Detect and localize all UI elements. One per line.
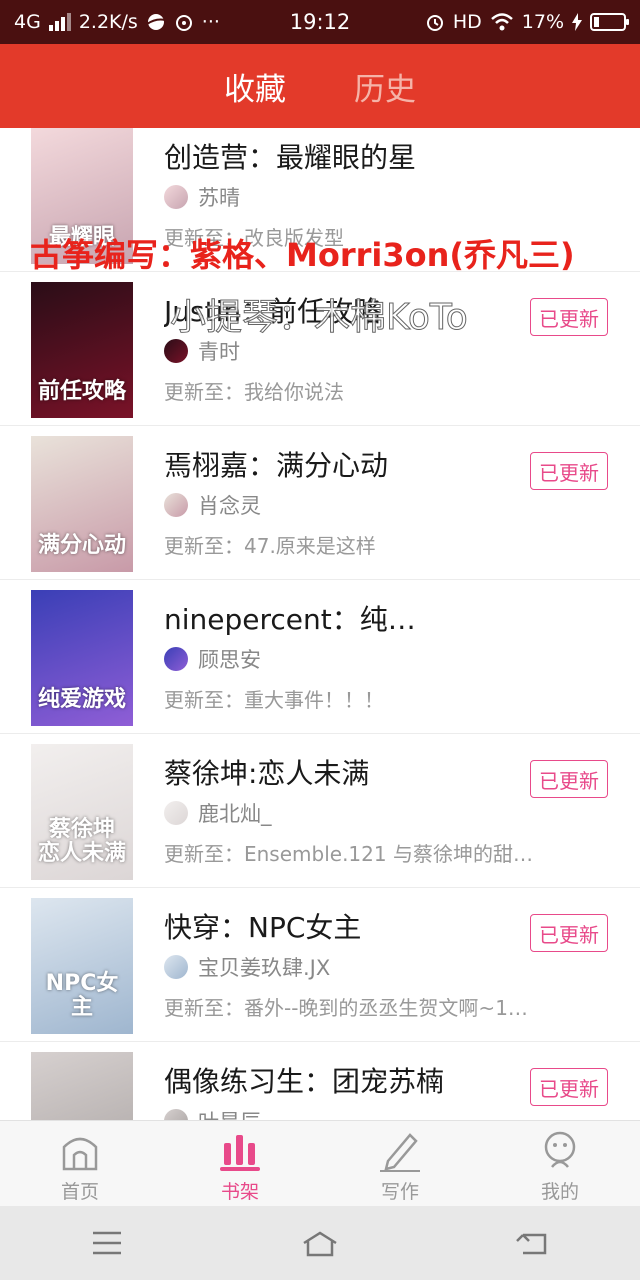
author-name: 苏晴 (198, 186, 240, 210)
cover-caption: 纯爱游戏 (37, 686, 126, 712)
tabbar-bookshelf-label: 书架 (220, 1181, 259, 1203)
more-notifications: ··· (201, 11, 220, 33)
book-cover[interactable] (31, 1052, 133, 1120)
cover-caption: 前任攻略 (37, 378, 126, 404)
battery-percent: 17% (521, 11, 564, 33)
status-bar: 4G 2.2K/s ··· 19:12 HD 17% (0, 0, 640, 44)
tabbar-profile-label: 我的 (540, 1181, 579, 1203)
status-left: 4G 2.2K/s ··· (14, 11, 220, 33)
user-icon (544, 1131, 576, 1168)
hd-label: HD (452, 11, 482, 33)
book-cover[interactable]: 纯爱游戏 (31, 590, 133, 726)
author-row: 宝贝姜玖肆.JX (164, 952, 330, 982)
book-title[interactable]: 蔡徐坤:恋人未满 (164, 752, 369, 792)
author-name: 叶星辰 (198, 1106, 261, 1120)
author-row: 顾思安 (164, 644, 261, 674)
updated-badge: 已更新 (530, 298, 608, 336)
updated-badge: 已更新 (530, 452, 608, 490)
latest-chapter: 更新至：番外--晚到的丞丞生贺文啊~1… (164, 996, 528, 1020)
tabbar-profile[interactable]: 我的 (480, 1121, 640, 1206)
home-icon (62, 1137, 98, 1171)
book-title[interactable]: 焉栩嘉：满分心动 (164, 444, 388, 484)
author-row: 鹿北灿_ (164, 798, 272, 828)
tab-favorites[interactable]: 收藏 (224, 64, 286, 109)
author-name: 顾思安 (198, 648, 261, 672)
tabbar-bookshelf[interactable]: 书架 (160, 1121, 320, 1206)
cover-caption: 满分心动 (37, 532, 126, 558)
author-avatar (164, 185, 188, 209)
author-name: 青时 (198, 340, 240, 364)
book-item[interactable]: NPC女主 快穿：NPC女主宝贝姜玖肆.JX 更新至：番外--晚到的丞丞生贺文啊~1… (0, 888, 640, 1042)
signal-icon (48, 13, 71, 31)
header: 收藏 历史 (0, 44, 640, 128)
book-title[interactable]: 偶像练习生：团宠苏楠 (164, 1060, 444, 1100)
tabbar-home[interactable]: 首页 (0, 1121, 160, 1206)
author-name: 肖念灵 (198, 494, 261, 518)
author-row: 青时 (164, 336, 240, 366)
book-title[interactable]: 创造营：最耀眼的星 (164, 136, 416, 176)
tab-history[interactable]: 历史 (354, 64, 416, 109)
bookshelf-list[interactable]: 最耀眼 创造营：最耀眼的星 苏晴 更新至：改良版发型 前任攻略 Justin：前任攻略 青时… (0, 128, 640, 1120)
updated-badge: 已更新 (530, 914, 608, 952)
planet-icon (146, 14, 166, 30)
author-avatar (164, 493, 188, 517)
author-name: 宝贝姜玖肆.JX (198, 956, 331, 980)
latest-chapter: 更新至：我给你说法 (164, 380, 344, 404)
book-item[interactable]: 满分心动 焉栩嘉：满分心动肖念灵更新至：47.原来是这样 已更新 (0, 426, 640, 580)
battery-level (594, 17, 599, 27)
author-name: 鹿北灿_ (198, 802, 272, 826)
alarm-icon (426, 15, 443, 31)
updated-badge: 已更新 (530, 760, 608, 798)
author-avatar (164, 955, 188, 979)
author-avatar (164, 339, 188, 363)
book-cover[interactable]: 满分心动 (31, 436, 133, 572)
updated-badge: 已更新 (530, 1068, 608, 1106)
tabbar-home-label: 首页 (60, 1181, 99, 1203)
status-right: HD 17% (425, 11, 629, 33)
cover-caption: 蔡徐坤 恋人未满 (37, 816, 126, 866)
overlay-credit-line2: 小提琴：木棉KoTo (170, 297, 469, 339)
home-nav-icon[interactable] (300, 1227, 340, 1259)
author-row: 苏晴 (164, 182, 240, 212)
network-label: 4G (14, 11, 41, 33)
pen-icon (380, 1133, 420, 1172)
latest-chapter: 更新至：重大事件！！！ (164, 688, 384, 712)
overlay-credit-line1: 古筝编写：紫格、Morri3on(乔凡三) (30, 236, 575, 274)
battery-icon (590, 13, 629, 31)
latest-chapter: 更新至：47.原来是这样 (164, 534, 376, 558)
author-row: 叶星辰 (164, 1106, 261, 1120)
author-row: 肖念灵 (164, 490, 261, 520)
menu-icon[interactable] (87, 1227, 127, 1259)
book-cover[interactable]: 蔡徐坤 恋人未满 (31, 744, 133, 880)
tabbar-write[interactable]: 写作 (320, 1121, 480, 1206)
author-avatar (164, 801, 188, 825)
bottom-tab-bar: 首页 书架 写作 我的 (0, 1120, 640, 1206)
book-item[interactable]: 偶像练习生：团宠苏楠叶星辰 已更新 (0, 1042, 640, 1120)
author-avatar (164, 647, 188, 671)
latest-chapter: 更新至：Ensemble.121 与蔡徐坤的甜… (164, 842, 533, 866)
system-nav-bar (0, 1206, 640, 1280)
author-avatar (164, 1109, 188, 1120)
tabbar-write-label: 写作 (380, 1181, 419, 1203)
wifi-icon (490, 13, 513, 31)
bookshelf-icon (220, 1135, 260, 1171)
network-speed: 2.2K/s (78, 11, 138, 33)
back-icon[interactable] (513, 1227, 553, 1259)
book-cover[interactable]: NPC女主 (31, 898, 133, 1034)
book-title[interactable]: ninepercent：纯… (164, 598, 416, 638)
charging-icon (572, 13, 582, 31)
cover-caption: NPC女主 (45, 970, 119, 1020)
weibo-icon (175, 15, 192, 31)
book-cover[interactable]: 前任攻略 (31, 282, 133, 418)
book-item[interactable]: 蔡徐坤 恋人未满 蔡徐坤:恋人未满鹿北灿_ 更新至：Ensemble.121 与蔡徐… (0, 734, 640, 888)
book-title[interactable]: 快穿：NPC女主 (164, 906, 361, 946)
book-item[interactable]: 纯爱游戏 ninepercent：纯… 顾思安更新至：重大事件！！！ (0, 580, 640, 734)
